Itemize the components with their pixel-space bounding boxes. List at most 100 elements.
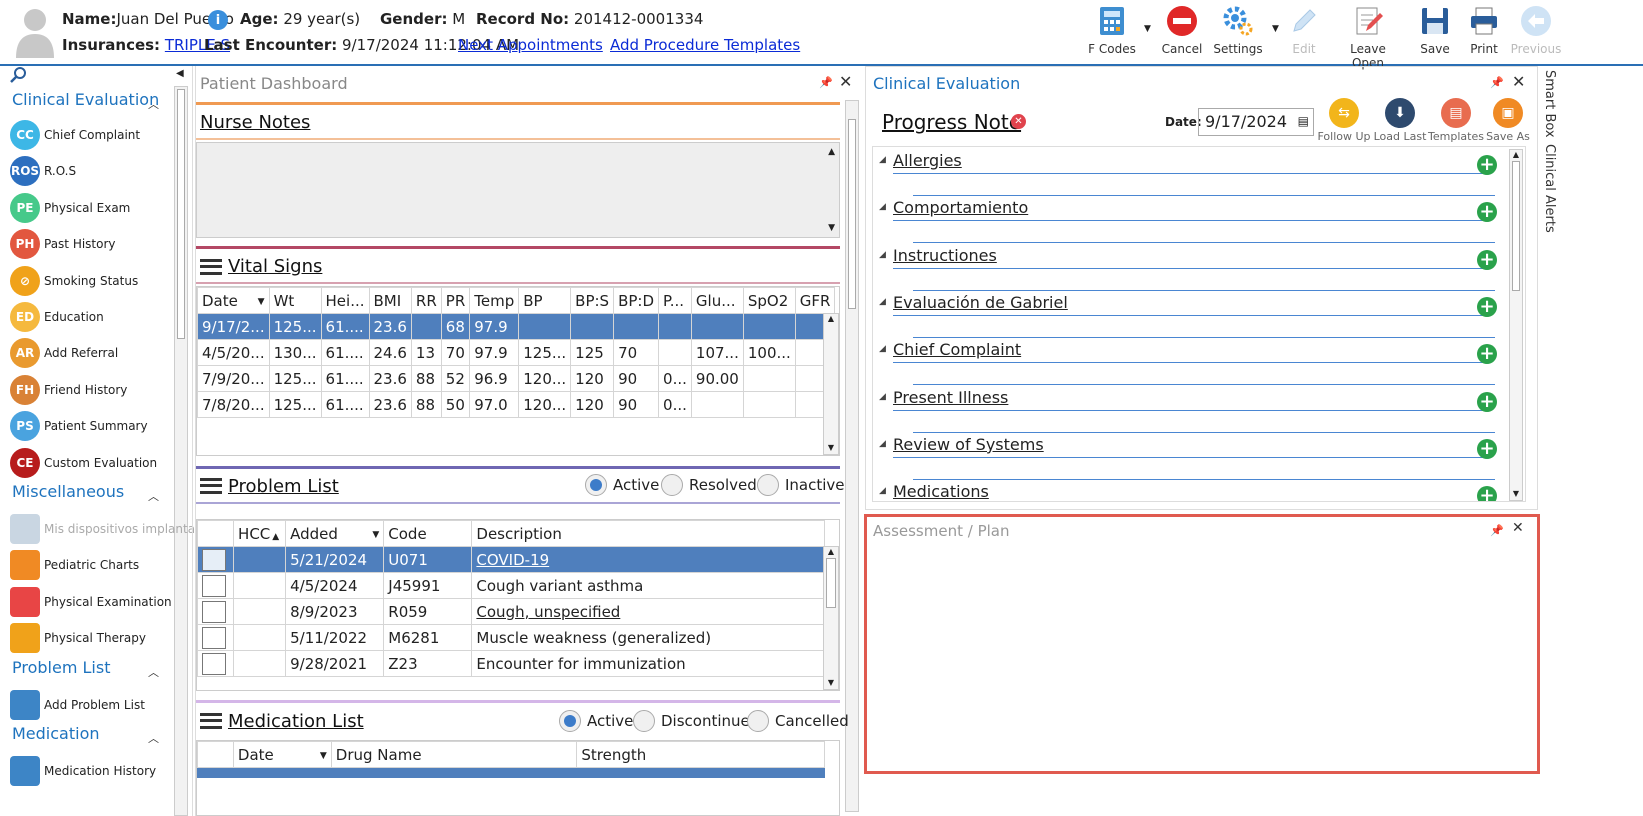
table-row[interactable]: 9/17/2... 125... 61.... 23.6 68 97.9 bbox=[197, 313, 836, 340]
sidebar-item[interactable]: ⊘ Smoking Status bbox=[10, 264, 138, 298]
add-icon[interactable]: + bbox=[1477, 438, 1497, 459]
sidebar-item[interactable]: Physical Examination bbox=[10, 585, 172, 619]
sidebar-item[interactable]: Physical Therapy bbox=[10, 621, 146, 655]
clinical-section[interactable]: ◢ Allergies + bbox=[879, 151, 1509, 196]
collapse-triangle-icon[interactable]: ◢ bbox=[879, 155, 886, 165]
add-icon[interactable]: + bbox=[1477, 202, 1497, 223]
clinical-section[interactable]: ◢ Present Illness + bbox=[879, 388, 1509, 433]
info-icon[interactable]: i bbox=[208, 10, 228, 30]
column-header[interactable]: BMI bbox=[368, 287, 412, 314]
pin-icon[interactable]: 📌 bbox=[1490, 524, 1504, 537]
column-header[interactable]: Code bbox=[383, 520, 473, 547]
column-header[interactable]: HCC ▲ bbox=[233, 520, 287, 547]
close-icon[interactable]: ✕ bbox=[1512, 520, 1524, 536]
add-icon[interactable]: + bbox=[1477, 155, 1497, 175]
column-header[interactable]: RR bbox=[410, 287, 442, 314]
follow-up-button[interactable]: ⇆ Follow Up bbox=[1314, 98, 1374, 143]
section-miscellaneous[interactable]: Miscellaneous bbox=[12, 482, 124, 501]
column-header[interactable]: SpO2 bbox=[742, 287, 796, 314]
filter-radio[interactable]: Inactive bbox=[757, 474, 845, 496]
settings-button[interactable]: Settings bbox=[1208, 4, 1268, 56]
filter-radio[interactable]: Discontinued bbox=[633, 710, 759, 732]
tab-smart-box[interactable]: Smart Box bbox=[1542, 70, 1557, 138]
scroll-up-icon[interactable]: ▲ bbox=[828, 147, 835, 157]
pin-icon[interactable]: 📌 bbox=[1490, 76, 1504, 89]
filter-radio[interactable]: Resolved bbox=[661, 474, 757, 496]
row-checkbox[interactable] bbox=[202, 600, 226, 623]
previous-button[interactable]: Previous bbox=[1506, 4, 1566, 56]
sidebar-item[interactable]: PS Patient Summary bbox=[10, 409, 148, 443]
add-procedure-templates-link[interactable]: Add Procedure Templates bbox=[610, 36, 800, 54]
sidebar-item[interactable]: ROS R.O.S bbox=[10, 154, 76, 188]
table-row[interactable]: 4/5/20... 130... 61.... 24.6 13 70 97.9 125... 1… bbox=[197, 339, 836, 366]
menu-icon[interactable] bbox=[200, 713, 222, 729]
table-row[interactable]: 5/21/2024 U071 COVID-19 bbox=[197, 546, 825, 573]
fcodes-dropdown-icon[interactable]: ▼ bbox=[1144, 24, 1151, 34]
section-problem-list[interactable]: Problem List bbox=[12, 658, 110, 677]
chevron-up-icon[interactable]: ︿ bbox=[148, 96, 159, 112]
collapse-sidebar-icon[interactable]: ◀ bbox=[176, 68, 184, 79]
column-header[interactable]: BP:S bbox=[570, 287, 615, 314]
sidebar-item[interactable]: CC Chief Complaint bbox=[10, 118, 140, 152]
scroll-down-icon[interactable]: ▼ bbox=[824, 443, 838, 452]
pin-icon[interactable]: 📌 bbox=[819, 76, 833, 89]
table-row[interactable]: 7/9/20... 125... 61.... 23.6 88 52 96.9 120... 1… bbox=[197, 365, 836, 392]
table-row[interactable]: 7/8/20... 125... 61.... 23.6 88 50 97.0 120... 1… bbox=[197, 391, 836, 418]
chevron-up-icon[interactable]: ︿ bbox=[148, 730, 159, 746]
close-icon[interactable]: ✕ bbox=[1512, 72, 1525, 91]
next-appointments-link[interactable]: Next Appointments bbox=[458, 36, 603, 54]
sidebar-item[interactable]: PH Past History bbox=[10, 227, 116, 261]
sidebar-item[interactable]: CE Custom Evaluation bbox=[10, 446, 157, 480]
search-icon[interactable] bbox=[10, 66, 28, 88]
sidebar-item[interactable]: Medication History bbox=[10, 754, 156, 788]
column-header[interactable]: Hei... bbox=[320, 287, 370, 314]
sidebar-item[interactable]: PE Physical Exam bbox=[10, 191, 130, 225]
menu-icon[interactable] bbox=[200, 478, 222, 494]
load-last-button[interactable]: ⬇ Load Last bbox=[1370, 98, 1430, 143]
table-row[interactable]: 5/11/2022 M6281 Muscle weakness (generaliz… bbox=[197, 624, 825, 651]
problems-scrollbar[interactable]: ▲ ▼ bbox=[823, 546, 839, 690]
collapse-triangle-icon[interactable]: ◢ bbox=[879, 202, 886, 212]
table-row[interactable]: 9/28/2021 Z23 Encounter for immunization bbox=[197, 650, 825, 677]
clinical-section[interactable]: ◢ Review of Systems + bbox=[879, 435, 1509, 480]
cancel-button[interactable]: Cancel bbox=[1152, 4, 1212, 56]
column-header[interactable]: Wt bbox=[268, 287, 322, 314]
table-row[interactable]: 8/9/2023 R059 Cough, unspecified bbox=[197, 598, 825, 625]
tab-clinical-alerts[interactable]: Clinical Alerts bbox=[1542, 144, 1557, 233]
column-header[interactable]: Description bbox=[471, 520, 825, 547]
filter-radio[interactable]: Active bbox=[559, 710, 633, 732]
clinical-section[interactable]: ◢ Chief Complaint + bbox=[879, 340, 1509, 386]
scroll-down-icon[interactable]: ▼ bbox=[1510, 489, 1522, 498]
fcodes-button[interactable]: F Codes bbox=[1082, 4, 1142, 56]
collapse-triangle-icon[interactable]: ◢ bbox=[879, 344, 886, 354]
sidebar-item[interactable]: Add Problem List bbox=[10, 688, 145, 722]
vitals-scrollbar[interactable]: ▲ ▼ bbox=[823, 313, 839, 455]
sidebar-item[interactable]: Pediatric Charts bbox=[10, 548, 139, 582]
selected-row[interactable] bbox=[197, 768, 825, 778]
dashboard-scrollbar[interactable] bbox=[845, 100, 859, 812]
assessment-plan-panel[interactable] bbox=[864, 514, 1540, 774]
add-icon[interactable]: + bbox=[1477, 391, 1497, 412]
date-field[interactable]: 9/17/2024 ▤ bbox=[1198, 108, 1314, 136]
column-header[interactable]: BP bbox=[518, 287, 572, 314]
sidebar-item[interactable]: ED Education bbox=[10, 300, 104, 334]
column-header[interactable]: Added ▼ bbox=[285, 520, 385, 547]
remove-icon[interactable]: ✕ bbox=[1011, 114, 1026, 129]
nurse-notes-textarea[interactable]: ▲ ▼ bbox=[196, 142, 840, 238]
chevron-up-icon[interactable]: ︿ bbox=[148, 488, 159, 504]
clinical-section[interactable]: ◢ Instructiones + bbox=[879, 246, 1509, 291]
section-clinical-evaluation[interactable]: Clinical Evaluation bbox=[12, 90, 159, 109]
scroll-up-icon[interactable]: ▲ bbox=[824, 547, 838, 556]
section-medication[interactable]: Medication bbox=[12, 724, 100, 743]
column-header[interactable]: Date ▼ bbox=[232, 741, 332, 768]
sidebar-item[interactable]: FH Friend History bbox=[10, 373, 127, 407]
print-button[interactable]: Print bbox=[1454, 4, 1514, 56]
description-cell[interactable]: Cough, unspecified bbox=[471, 598, 825, 625]
calendar-icon[interactable]: ▤ bbox=[1298, 114, 1309, 128]
add-icon[interactable]: + bbox=[1477, 249, 1497, 270]
column-header[interactable]: BP:D bbox=[613, 287, 660, 314]
collapse-triangle-icon[interactable]: ◢ bbox=[879, 486, 886, 496]
description-cell[interactable]: COVID-19 bbox=[471, 546, 825, 573]
edit-button[interactable]: Edit bbox=[1274, 4, 1334, 56]
add-icon[interactable]: + bbox=[1477, 296, 1497, 317]
